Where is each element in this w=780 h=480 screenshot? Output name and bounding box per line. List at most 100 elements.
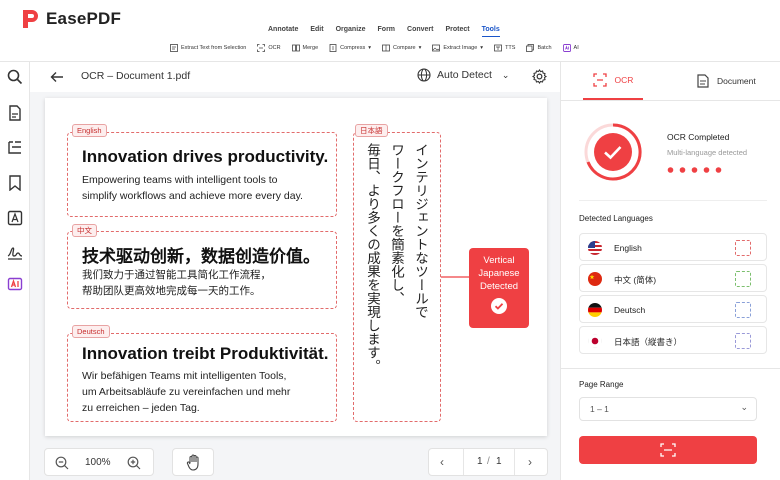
ocr-region-chinese[interactable]: 技术驱动创新，数据创造价值。 我们致力于通过智能工具简化工作流程， 帮助团队更高… bbox=[67, 231, 337, 309]
chinese-line-2: 帮助团队更高效地完成每一天的工作。 bbox=[82, 285, 261, 297]
language-name: English bbox=[614, 243, 642, 253]
menu-convert[interactable]: Convert bbox=[407, 26, 433, 37]
tts-button[interactable]: TTS bbox=[494, 44, 515, 52]
language-name: 中文 (简体) bbox=[614, 275, 657, 285]
back-arrow-icon[interactable] bbox=[50, 70, 64, 84]
loading-dots-icon bbox=[667, 167, 722, 173]
compare-icon bbox=[382, 44, 390, 52]
ocr-status-subtitle: Multi-language detected bbox=[667, 148, 748, 157]
menu-form[interactable]: Form bbox=[378, 26, 396, 37]
text-select-icon bbox=[170, 44, 178, 52]
next-page-icon[interactable]: › bbox=[528, 455, 532, 469]
ai-ocr-icon[interactable] bbox=[7, 276, 23, 292]
language-row-english[interactable]: English bbox=[579, 233, 767, 261]
image-icon bbox=[432, 44, 441, 52]
signature-icon[interactable] bbox=[7, 244, 23, 260]
scan-icon bbox=[257, 44, 266, 52]
previous-page-icon[interactable]: ‹ bbox=[440, 455, 444, 469]
japanese-column-3: 毎日、より多くの成果を実現します。 bbox=[365, 143, 380, 373]
merge-button[interactable]: Merge bbox=[291, 44, 318, 52]
search-icon[interactable] bbox=[7, 69, 23, 85]
outline-icon[interactable] bbox=[7, 140, 23, 156]
menu-protect[interactable]: Protect bbox=[445, 26, 469, 37]
menu-tools[interactable]: Tools bbox=[481, 26, 500, 37]
menu-organize[interactable]: Organize bbox=[336, 26, 366, 37]
divider bbox=[561, 368, 780, 369]
tab-document[interactable]: Document bbox=[697, 62, 767, 100]
app-logo[interactable]: EasePDF bbox=[20, 8, 121, 30]
language-row-chinese[interactable]: 中文 (简体) bbox=[579, 264, 767, 292]
left-sidebar bbox=[0, 62, 30, 480]
english-heading: Innovation drives productivity. bbox=[82, 147, 329, 166]
app-window: EasePDF Annotate Edit Organize Form Conv… bbox=[0, 0, 780, 480]
language-detect-dropdown[interactable]: Auto Detect ⌄ bbox=[417, 68, 509, 82]
china-flag-icon bbox=[588, 272, 602, 286]
language-tag-chinese: 中文 bbox=[72, 224, 97, 237]
language-checkbox[interactable] bbox=[735, 240, 751, 256]
ocr-progress-ring bbox=[584, 123, 642, 181]
extract-text-button[interactable]: Extract Text from Selection bbox=[170, 44, 246, 52]
total-pages: 1 bbox=[496, 456, 502, 467]
extract-image-button[interactable]: Extract Image ▾ bbox=[432, 44, 483, 52]
scan-icon bbox=[592, 73, 607, 87]
tts-icon bbox=[494, 44, 502, 52]
chevron-down-icon: ▾ bbox=[418, 45, 422, 51]
ai-button[interactable]: AI bbox=[562, 44, 579, 52]
detect-mode-label: Auto Detect bbox=[437, 69, 492, 81]
menu-edit[interactable]: Edit bbox=[310, 26, 323, 37]
us-flag-icon bbox=[588, 241, 602, 255]
ocr-tool-button[interactable]: OCR bbox=[257, 44, 281, 52]
merge-icon bbox=[291, 44, 300, 52]
chevron-down-icon: ⌄ bbox=[501, 69, 510, 80]
detected-languages-label: Detected Languages bbox=[579, 214, 653, 223]
zoom-out-icon[interactable] bbox=[55, 456, 69, 470]
zoom-in-icon[interactable] bbox=[127, 456, 141, 470]
batch-label: Batch bbox=[537, 45, 552, 51]
language-row-japanese[interactable]: 日本語（縦書き） bbox=[579, 326, 767, 354]
document-canvas: Innovation drives productivity. Empoweri… bbox=[30, 92, 560, 442]
compress-label: Compress bbox=[340, 45, 366, 51]
language-checkbox[interactable] bbox=[735, 333, 751, 349]
tab-ocr[interactable]: OCR bbox=[583, 62, 643, 100]
compress-icon bbox=[329, 44, 337, 52]
menu-annotate[interactable]: Annotate bbox=[268, 26, 298, 37]
page-range-value: 1 – 1 bbox=[590, 404, 609, 414]
page-range-label: Page Range bbox=[579, 380, 624, 389]
text-box-icon[interactable] bbox=[7, 210, 23, 226]
globe-icon bbox=[417, 68, 431, 82]
current-page: 1 bbox=[477, 456, 483, 467]
language-checkbox[interactable] bbox=[735, 271, 751, 287]
ocr-region-german[interactable]: Innovation treibt Produktivität. Wir bef… bbox=[67, 333, 337, 422]
bookmark-icon[interactable] bbox=[7, 175, 23, 191]
compare-label: Compare bbox=[392, 45, 416, 51]
ocr-region-english[interactable]: Innovation drives productivity. Empoweri… bbox=[67, 132, 337, 217]
language-tag-japanese: 日本語 bbox=[355, 124, 388, 137]
tab-divider bbox=[561, 100, 780, 101]
tab-ocr-label: OCR bbox=[614, 75, 634, 85]
main-menu: Annotate Edit Organize Form Convert Prot… bbox=[268, 26, 512, 37]
document-title: OCR – Document 1.pdf bbox=[81, 70, 191, 82]
compare-button[interactable]: Compare ▾ bbox=[382, 44, 421, 52]
page-icon[interactable] bbox=[7, 105, 23, 121]
language-name: 日本語（縦書き） bbox=[614, 337, 683, 347]
extract-text-label: Extract Text from Selection bbox=[181, 45, 247, 51]
language-row-german[interactable]: Deutsch bbox=[579, 295, 767, 323]
page-number-field[interactable]: 1 / 1 bbox=[463, 449, 515, 475]
japanese-column-2: ワークフローを簡素化し、 bbox=[389, 143, 404, 305]
language-tag-english: English bbox=[72, 124, 107, 137]
pan-tool-button[interactable] bbox=[172, 448, 214, 476]
run-ocr-button[interactable] bbox=[579, 436, 757, 464]
page-range-select[interactable]: 1 – 1 ⌄ bbox=[579, 397, 757, 421]
callout-line-2: Japanese bbox=[478, 268, 520, 279]
ai-icon bbox=[562, 44, 571, 52]
page-navigator: ‹ 1 / 1 › bbox=[428, 448, 548, 476]
language-checkbox[interactable] bbox=[735, 302, 751, 318]
batch-button[interactable]: Batch bbox=[526, 44, 552, 52]
bottom-toolbar: 100% ‹ 1 / 1 › bbox=[30, 442, 560, 480]
germany-flag-icon bbox=[588, 303, 602, 317]
compress-button[interactable]: Compress ▾ bbox=[329, 44, 371, 52]
japan-flag-icon bbox=[588, 334, 602, 348]
ocr-region-japanese[interactable]: インテリジェントなツールで ワークフローを簡素化し、 毎日、より多くの成果を実現… bbox=[353, 132, 441, 422]
settings-gear-icon[interactable] bbox=[532, 69, 547, 84]
pdf-page: Innovation drives productivity. Empoweri… bbox=[45, 98, 547, 436]
